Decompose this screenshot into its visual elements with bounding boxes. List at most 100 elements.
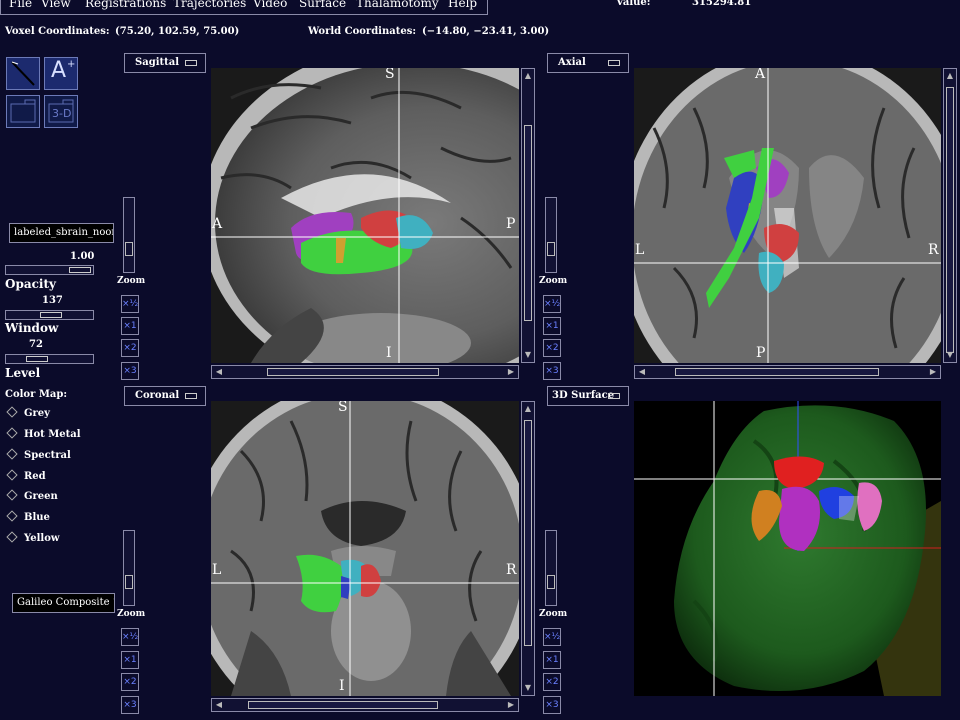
colormap-grey[interactable]: Grey [5, 406, 50, 419]
coronal-horizontal-scrollbar[interactable]: ◀ ▶ [211, 698, 519, 712]
sagittal-zoom-scrollbar[interactable] [123, 197, 135, 273]
opacity-slider[interactable] [5, 265, 94, 275]
3d-tool-button[interactable]: 3-D [44, 95, 78, 128]
option-menu-icon [185, 393, 197, 399]
sagittal-zoom-3x-button[interactable]: ×3 [121, 362, 139, 380]
window-slider-knob[interactable] [40, 312, 62, 318]
radio-icon [6, 489, 18, 501]
radio-icon [6, 510, 18, 522]
3d-surface-view-menu[interactable]: 3D Surface [547, 386, 629, 406]
sagittal-view[interactable]: S I A P [211, 68, 519, 363]
sagittal-zoom-2x-button[interactable]: ×2 [121, 339, 139, 357]
axial-zoom-2x-button[interactable]: ×2 [543, 339, 561, 357]
value-label: Value: [616, 0, 651, 8]
coronal-view-menu[interactable]: Coronal [124, 386, 206, 406]
axial-zoom-scrollbar[interactable] [545, 197, 557, 273]
menu-trajectories[interactable]: Trajectories [173, 0, 246, 10]
axial-right-label: R [928, 242, 939, 258]
sagittal-view-menu[interactable]: Sagittal [124, 53, 206, 73]
scroll-up-icon: ▲ [524, 71, 532, 80]
sagittal-zoom-1x-button[interactable]: ×1 [121, 317, 139, 335]
radio-icon [6, 448, 18, 460]
coronal-left-label: L [212, 562, 222, 578]
opacity-value: 1.00 [70, 251, 95, 262]
coronal-zoom-1x-button[interactable]: ×1 [121, 651, 139, 669]
3d-surface-render [634, 401, 941, 696]
volume-name-field[interactable]: labeled_sbrain_noor.r [9, 223, 114, 243]
surface-zoom-half-button[interactable]: ×½ [543, 628, 561, 646]
coronal-zoom-3x-button[interactable]: ×3 [121, 696, 139, 714]
axial-view-menu[interactable]: Axial [547, 53, 629, 73]
3d-surface-view[interactable] [634, 401, 941, 696]
coronal-zoom-half-button[interactable]: ×½ [121, 628, 139, 646]
scroll-up-icon: ▲ [524, 404, 532, 413]
plus-icon: + [67, 59, 76, 70]
zoom-thumb[interactable] [547, 242, 555, 256]
axial-vertical-scrollbar[interactable]: ▲ ▼ [943, 68, 957, 363]
menu-help[interactable]: Help [448, 0, 477, 10]
colormap-spectral[interactable]: Spectral [5, 448, 71, 461]
coronal-right-label: R [506, 562, 517, 578]
scroll-left-icon: ◀ [215, 367, 223, 376]
pointer-tool-button[interactable] [6, 57, 40, 90]
scroll-left-icon: ◀ [215, 700, 223, 709]
menu-registrations[interactable]: Registrations [85, 0, 166, 10]
coronal-bottom-label: I [339, 678, 345, 694]
coronal-vertical-scrollbar[interactable]: ▲ ▼ [521, 401, 535, 696]
coronal-zoom-scrollbar[interactable] [123, 530, 135, 606]
colormap-green[interactable]: Green [5, 489, 58, 502]
colormap-hot-metal[interactable]: Hot Metal [5, 427, 81, 440]
scroll-down-icon: ▼ [524, 683, 532, 692]
radio-icon [6, 406, 18, 418]
level-slider-knob[interactable] [26, 356, 48, 362]
sagittal-vertical-scrollbar[interactable]: ▲ ▼ [521, 68, 535, 363]
axial-horizontal-scrollbar[interactable]: ◀ ▶ [634, 365, 941, 379]
surface-zoom-2x-button[interactable]: ×2 [543, 673, 561, 691]
axial-view[interactable]: A P L R [634, 68, 941, 363]
voxel-coordinates-label: Voxel Coordinates: [5, 26, 110, 37]
surface-zoom-1x-button[interactable]: ×1 [543, 651, 561, 669]
colormap-red[interactable]: Red [5, 469, 46, 482]
axial-zoom-half-button[interactable]: ×½ [543, 295, 561, 313]
sagittal-zoom-half-button[interactable]: ×½ [121, 295, 139, 313]
opacity-slider-knob[interactable] [69, 267, 91, 273]
zoom-thumb[interactable] [547, 575, 555, 589]
menu-surface[interactable]: Surface [299, 0, 346, 10]
axial-zoom-1x-button[interactable]: ×1 [543, 317, 561, 335]
colormap-yellow[interactable]: Yellow [5, 531, 60, 544]
sagittal-horizontal-scrollbar[interactable]: ◀ ▶ [211, 365, 519, 379]
window-value: 137 [42, 295, 63, 306]
menu-bar: File View Registrations Trajectories Vid… [0, 0, 488, 15]
sagittal-mri-image [211, 68, 519, 363]
menu-thalamotomy[interactable]: Thalamotomy [356, 0, 439, 10]
pointer-icon [11, 61, 35, 86]
scroll-right-icon: ▶ [929, 367, 937, 376]
composite-name-field[interactable]: Galileo Composite 1 [12, 593, 115, 613]
axial-mri-image [634, 68, 941, 363]
sagittal-left-label: A [212, 216, 223, 232]
zoom-thumb[interactable] [125, 575, 133, 589]
axial-zoom-3x-button[interactable]: ×3 [543, 362, 561, 380]
sagittal-right-label: P [506, 216, 516, 232]
color-map-label: Color Map: [5, 389, 68, 400]
folder-tool-button[interactable] [6, 95, 40, 128]
scroll-up-icon: ▲ [946, 71, 954, 80]
colormap-blue[interactable]: Blue [5, 510, 50, 523]
coronal-zoom-2x-button[interactable]: ×2 [121, 673, 139, 691]
sagittal-zoom-label: Zoom [117, 276, 146, 286]
menu-video[interactable]: Video [253, 0, 287, 10]
value-readout: 315294.81 [692, 0, 752, 8]
scroll-left-icon: ◀ [638, 367, 646, 376]
surface-zoom-3x-button[interactable]: ×3 [543, 696, 561, 714]
text-tool-button[interactable]: A + [44, 57, 78, 90]
menu-view[interactable]: View [41, 0, 71, 10]
level-slider[interactable] [5, 354, 94, 364]
coronal-view[interactable]: S I L R [211, 401, 519, 696]
window-slider[interactable] [5, 310, 94, 320]
zoom-thumb[interactable] [125, 242, 133, 256]
option-menu-icon [608, 393, 620, 399]
scroll-down-icon: ▼ [524, 350, 532, 359]
opacity-label: Opacity [5, 277, 56, 291]
surface-zoom-scrollbar[interactable] [545, 530, 557, 606]
menu-file[interactable]: File [9, 0, 32, 10]
